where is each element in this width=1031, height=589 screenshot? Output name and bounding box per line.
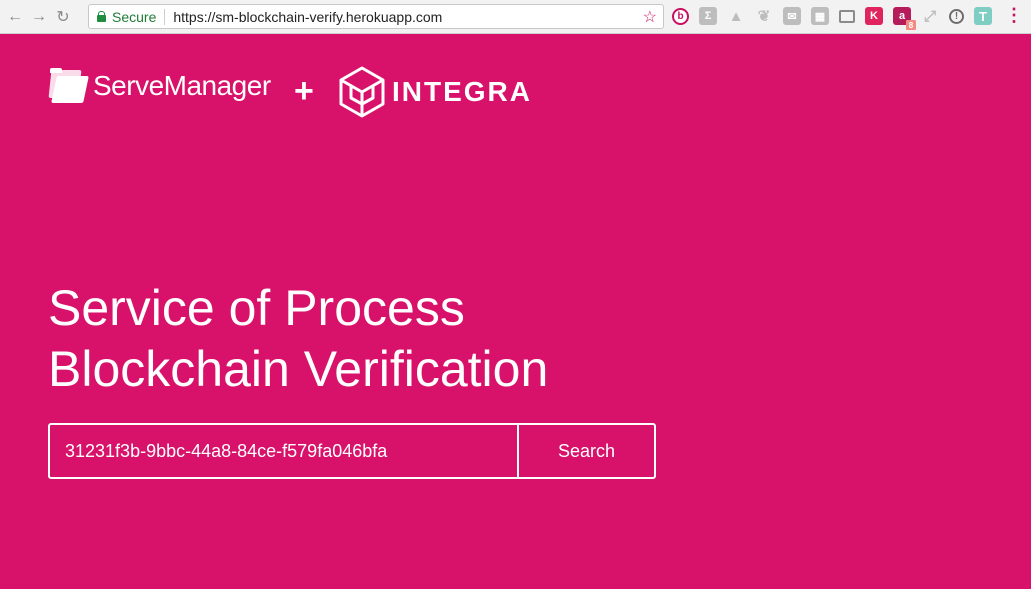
grid-icon[interactable]: ▦ [811,7,829,25]
folder-icon [48,68,89,104]
browser-menu-icon[interactable]: ⋮ [1005,6,1023,24]
divider [164,8,166,25]
page-title-line1: Service of Process [48,280,465,336]
url-text: https://sm-blockchain-verify.herokuapp.c… [173,8,443,25]
search-button[interactable]: Search [517,425,654,477]
search-input[interactable] [50,425,517,477]
servemanager-wordmark: ServeManager [93,70,271,101]
servemanager-logo: ServeManager [48,68,271,104]
integra-cube-icon [339,66,385,118]
secure-label: Secure [112,8,157,25]
link-icon[interactable]: ⤢ [921,7,939,25]
a-icon-badge: 8 [906,20,916,30]
back-arrow-icon[interactable]: ← [4,6,26,28]
integra-logo: INTEGRA [338,66,532,118]
a-icon-glyph: a [898,10,906,22]
b-icon[interactable]: b [672,7,689,25]
a-icon[interactable]: a 8 [893,7,916,30]
t-icon[interactable]: T [974,7,992,25]
mail-icon[interactable]: ✉ [783,7,801,25]
k-icon[interactable]: K [865,7,883,25]
leaf-icon[interactable]: ❦ [755,7,773,25]
cast-icon[interactable] [839,9,855,23]
browser-toolbar: ← → ↻ Secure https://sm-blockchain-verif… [0,0,1031,34]
integra-wordmark: INTEGRA [392,76,532,107]
lock-icon [97,11,106,22]
page-title: Service of Process Blockchain Verificati… [48,278,548,400]
page-title-line2: Blockchain Verification [48,341,549,397]
address-bar[interactable]: Secure https://sm-blockchain-verify.hero… [88,4,664,29]
reload-icon[interactable]: ↻ [52,6,74,28]
bookmark-star-icon[interactable]: ☆ [643,7,657,27]
extension-icons: b Σ ▲ ❦ ✉ ▦ K a 8 ⤢ ! T [672,7,1002,30]
plus-sign: + [294,72,314,110]
sigma-icon[interactable]: Σ [699,7,717,25]
forward-arrow-icon[interactable]: → [28,6,50,28]
search-form: Search [48,423,656,479]
info-icon[interactable]: ! [949,8,964,24]
drive-icon[interactable]: ▲ [727,7,745,25]
